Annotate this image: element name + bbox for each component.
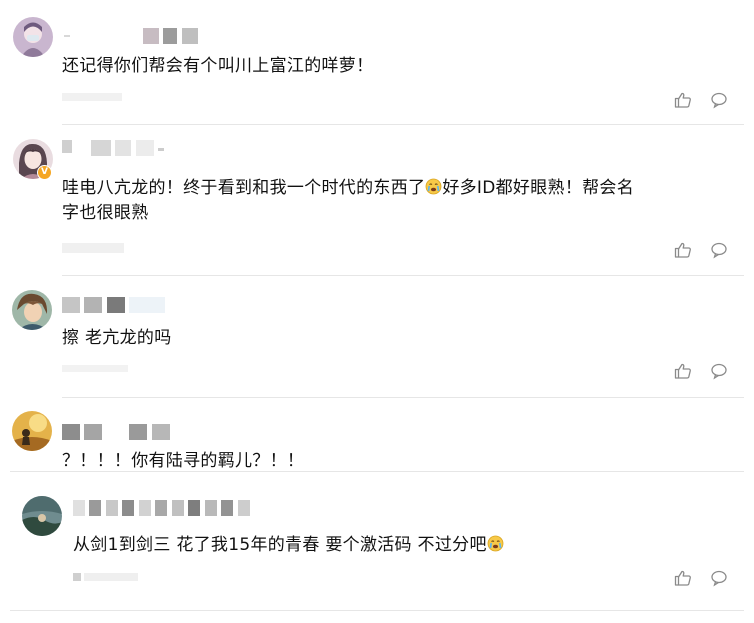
- comment-bubble-icon[interactable]: [710, 241, 728, 259]
- comment-actions: [674, 569, 728, 587]
- comment-item: V 哇电八亢龙的！终于看到和我一个时代的东西了 好多ID都好眼熟！帮会名 字也很眼…: [0, 125, 754, 276]
- avatar[interactable]: [22, 496, 62, 536]
- comment-item: 还记得你们帮会有个叫川上富江的咩萝！: [0, 0, 754, 125]
- thumbs-up-icon[interactable]: [674, 91, 692, 109]
- crying-face-emoji: [487, 535, 504, 552]
- comment-bubble-icon[interactable]: [710, 569, 728, 587]
- timestamp-redacted: [62, 243, 124, 253]
- comment-text-part: 从剑1到剑三 花了我15年的青春 要个激活码 不过分吧: [73, 535, 487, 555]
- timestamp-redacted: [62, 93, 122, 103]
- verified-badge: V: [37, 165, 52, 180]
- username-redacted[interactable]: [62, 424, 170, 440]
- thumbs-up-icon[interactable]: [674, 362, 692, 380]
- username-redacted[interactable]: [62, 140, 165, 156]
- comment-text: 还记得你们帮会有个叫川上富江的咩萝！: [62, 56, 374, 76]
- comment-item: 从剑1到剑三 花了我15年的青春 要个激活码 不过分吧: [0, 472, 754, 623]
- username-redacted[interactable]: [62, 297, 166, 313]
- comment-text: 哇电八亢龙的！终于看到和我一个时代的东西了 好多ID都好眼熟！帮会名 字也很眼熟: [62, 176, 634, 226]
- username-redacted[interactable]: [73, 500, 250, 516]
- thumbs-up-icon[interactable]: [674, 241, 692, 259]
- comment-text-part: 字也很眼熟: [62, 203, 149, 223]
- comment-text: 擦 老亢龙的吗: [62, 328, 172, 348]
- username-redacted[interactable]: [64, 28, 198, 44]
- timestamp-redacted: [62, 365, 128, 375]
- divider: [10, 610, 744, 611]
- comment-bubble-icon[interactable]: [710, 91, 728, 109]
- comment-item: 擦 老亢龙的吗: [0, 276, 754, 398]
- comment-item: ？！！！你有陆寻的羁儿？！！: [0, 398, 754, 472]
- comment-actions: [674, 91, 728, 109]
- crying-face-emoji: [425, 178, 442, 195]
- timestamp-redacted: [73, 573, 139, 583]
- comment-actions: [674, 241, 728, 259]
- comment-text: 从剑1到剑三 花了我15年的青春 要个激活码 不过分吧: [73, 533, 504, 558]
- comment-text-part: 哇电八亢龙的！终于看到和我一个时代的东西了: [62, 178, 426, 198]
- avatar[interactable]: [13, 17, 53, 57]
- comment-actions: [674, 362, 728, 380]
- avatar[interactable]: [12, 411, 52, 451]
- avatar[interactable]: [12, 290, 52, 330]
- comment-bubble-icon[interactable]: [710, 362, 728, 380]
- thumbs-up-icon[interactable]: [674, 569, 692, 587]
- comment-text-part: 好多ID都好眼熟！帮会名: [442, 178, 635, 198]
